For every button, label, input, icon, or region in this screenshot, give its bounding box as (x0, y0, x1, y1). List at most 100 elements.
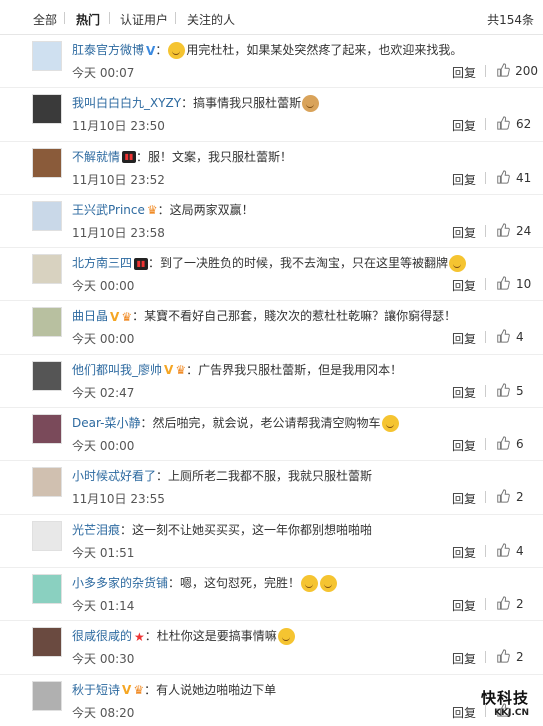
username-link[interactable]: 北方南三四 (72, 256, 132, 270)
avatar[interactable] (32, 254, 62, 285)
username-link[interactable]: 我叫白白白九_XYZY (72, 96, 181, 110)
tab-divider (64, 12, 65, 24)
comment-content: 我叫白白白九_XYZY：搞事情我只服杜蕾斯 (72, 93, 533, 113)
avatar[interactable] (32, 307, 62, 338)
comment-text: ：这一刻不让她买买买，这一年你都别想啪啪啪 (120, 522, 373, 537)
action-divider (485, 491, 486, 504)
comment-text: ：这局两家双赢！ (157, 202, 254, 217)
like-thumb-icon[interactable] (496, 383, 510, 397)
reply-button[interactable]: 回复 (452, 490, 476, 507)
avatar[interactable] (32, 200, 62, 231)
comment-row: 不解就情 ▮▮ ：服！文案，我只服杜蕾斯！ 11月10日 23:52 回复 41 (0, 142, 543, 195)
comment-filter-tabs: 全部 热门 认证用户 关注的人 共154条 (0, 0, 543, 35)
like-count: 4 (516, 543, 524, 558)
like-thumb-icon[interactable] (496, 169, 510, 184)
comment-text: ：然后啪完，就会说，老公请帮我清空购物车 (140, 416, 381, 431)
verified-icon: V (164, 363, 174, 378)
laugh-emoji-icon (320, 574, 338, 592)
reply-button[interactable]: 回复 (452, 330, 476, 347)
reply-button[interactable]: 回复 (452, 650, 476, 667)
like-count: 41 (516, 170, 532, 185)
reply-button[interactable]: 回复 (452, 224, 476, 241)
avatar[interactable] (32, 627, 62, 658)
action-divider (485, 171, 486, 184)
cat-emoji-icon (277, 628, 295, 646)
cat-emoji-icon (449, 255, 467, 273)
like-thumb-icon[interactable] (496, 276, 510, 290)
like-count: 5 (516, 383, 524, 398)
avatar[interactable] (32, 414, 62, 445)
comment-timestamp: 11月10日 23:50 (72, 119, 165, 134)
comment-row: 北方南三四 ▮▮ ：到了一决胜负的时候，我不去淘宝，只在这里等被翻牌 今天 00:00… (0, 248, 543, 302)
comment-timestamp: 11月10日 23:52 (72, 172, 165, 187)
username-link[interactable]: 很咸很咸的 (72, 629, 132, 643)
like-count: 62 (516, 117, 532, 132)
comment-content: 他们都叫我_廖帅 V ♛：广告界我只服杜蕾斯，但是我用冈本！ (72, 360, 533, 380)
like-thumb-icon[interactable] (496, 329, 510, 344)
comment-text: ：到了一决胜负的时候，我不去淘宝，只在这里等被翻牌 (148, 256, 449, 271)
comment-row: Dear-菜小静：然后啪完，就会说，老公请帮我清空购物车 今天 00:00 回复 6 (0, 408, 543, 462)
reply-button[interactable]: 回复 (452, 544, 476, 561)
comment-row: 王兴武Prince ♛：这局两家双赢！ 11月10日 23:58 回复 24 (0, 195, 543, 249)
comment-text: ：服！文案，我只服杜蕾斯！ (136, 149, 293, 164)
reply-button[interactable]: 回复 (452, 597, 476, 614)
username-link[interactable]: 曲日晶 (72, 309, 108, 323)
avatar[interactable] (32, 680, 62, 711)
like-thumb-icon[interactable] (496, 649, 510, 663)
avatar[interactable] (32, 467, 62, 498)
tab-following[interactable]: 关注的人 (187, 11, 235, 28)
reply-button[interactable]: 回复 (452, 64, 476, 81)
like-thumb-icon[interactable] (496, 596, 510, 610)
username-link[interactable]: 不解就情 (72, 150, 120, 164)
reply-button[interactable]: 回复 (452, 384, 476, 401)
reply-button[interactable]: 回复 (452, 171, 476, 188)
like-thumb-icon[interactable] (496, 116, 510, 130)
tab-all[interactable]: 全部 (33, 11, 57, 28)
tab-verified-users[interactable]: 认证用户 (120, 11, 168, 28)
avatar[interactable] (32, 41, 62, 71)
username-link[interactable]: 肛泰官方微博 (72, 43, 144, 57)
comment-content: 肛泰官方微博 V： 用完杜杜，如果某处突然疼了起来，也欢迎来找我。 (72, 40, 533, 60)
comment-content: 很咸很咸的 ★：杜杜你这是要搞事情嘛 (72, 626, 533, 646)
comment-content: 王兴武Prince ♛：这局两家双赢！ (72, 200, 533, 220)
comment-timestamp: 今天 02:47 (72, 385, 135, 400)
like-count: 2 (516, 650, 524, 665)
username-link[interactable]: 王兴武Prince (72, 203, 145, 217)
comment-timestamp: 今天 08:20 (72, 705, 135, 720)
comment-timestamp: 今天 00:30 (72, 652, 135, 667)
verified-icon: V (110, 309, 120, 324)
like-thumb-icon[interactable] (496, 63, 510, 77)
avatar[interactable] (32, 94, 62, 125)
like-count: 6 (516, 437, 524, 452)
username-link[interactable]: 他们都叫我_廖帅 (72, 363, 162, 377)
like-thumb-icon[interactable] (496, 543, 510, 557)
star-icon: ★ (134, 629, 145, 644)
username-link[interactable]: Dear-菜小静 (72, 416, 140, 430)
comment-timestamp: 今天 01:51 (72, 545, 135, 560)
comment-row: 很咸很咸的 ★：杜杜你这是要搞事情嘛今天 00:30 回复 2 (0, 621, 543, 675)
comment-timestamp: 今天 00:07 (72, 66, 135, 80)
like-thumb-icon[interactable] (496, 223, 510, 237)
avatar[interactable] (32, 573, 62, 604)
username-link[interactable]: 光芒泪痕 (72, 523, 120, 537)
avatar[interactable] (32, 147, 62, 178)
vip-icon: ▮▮ (122, 151, 137, 164)
comment-content: 光芒泪痕：这一刻不让她买买买，这一年你都别想啪啪啪 (72, 520, 533, 540)
reply-button[interactable]: 回复 (452, 437, 476, 454)
comment-timestamp: 今天 00:00 (72, 332, 135, 347)
laugh-emoji-icon (301, 574, 319, 592)
crown-icon: ♛ (175, 363, 187, 378)
comment-text: ：上厕所老二我都不服，我就只服杜蕾斯 (156, 469, 373, 484)
like-thumb-icon[interactable] (496, 436, 510, 450)
username-link[interactable]: 小时候忒好看了 (72, 469, 156, 483)
avatar[interactable] (32, 360, 62, 391)
like-thumb-icon[interactable] (496, 489, 510, 503)
reply-button[interactable]: 回复 (452, 117, 476, 134)
username-link[interactable]: 秋于短诗 (72, 683, 120, 697)
username-link[interactable]: 小多多家的杂货铺 (72, 576, 168, 590)
action-divider (485, 384, 486, 397)
tab-hot[interactable]: 热门 (76, 11, 100, 28)
reply-button[interactable]: 回复 (452, 277, 476, 294)
action-divider (485, 224, 486, 237)
avatar[interactable] (32, 520, 62, 551)
